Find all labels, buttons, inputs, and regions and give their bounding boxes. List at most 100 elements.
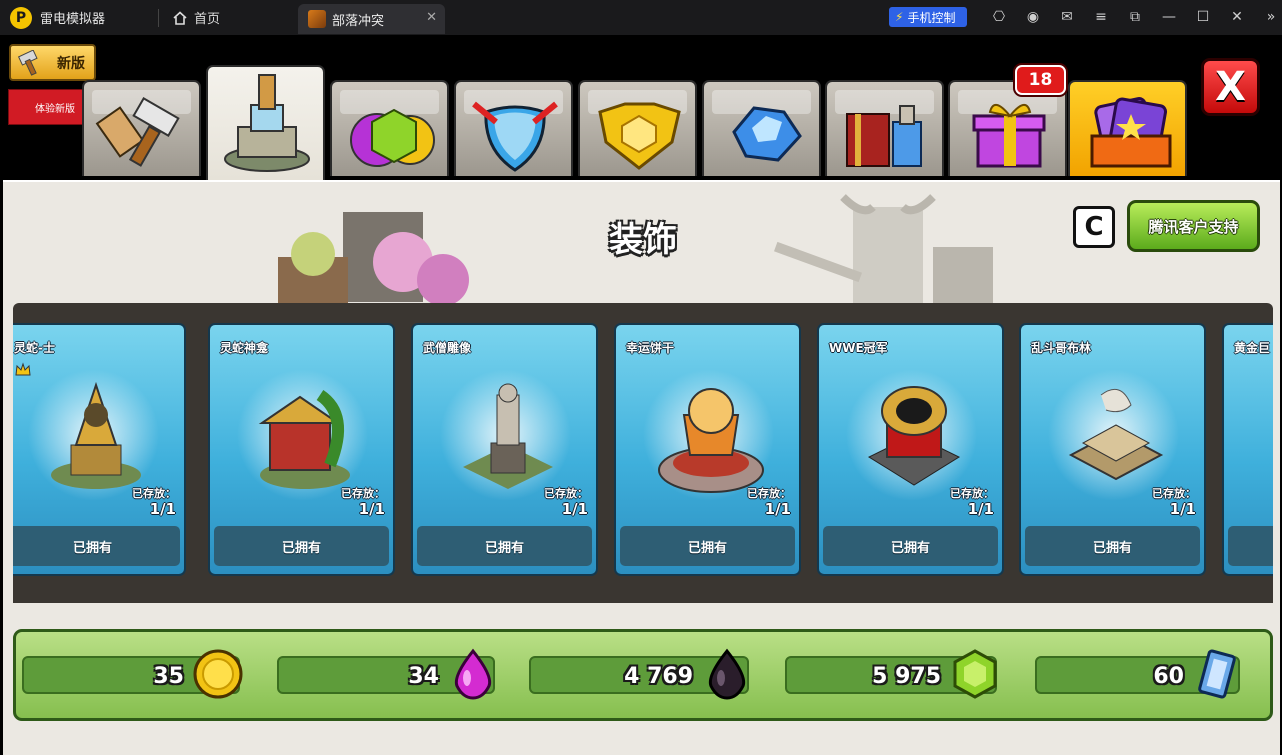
gems-resource: 5 975: [785, 649, 997, 699]
book-potion-icon: [846, 105, 922, 167]
game-tab[interactable]: 部落冲突 ✕: [298, 4, 445, 34]
restore-icon[interactable]: ⧉: [1118, 8, 1152, 26]
customer-support-button[interactable]: 腾讯客户支持: [1127, 200, 1260, 252]
tab-books-potions[interactable]: [825, 80, 944, 176]
creator-code-button[interactable]: C: [1073, 206, 1115, 248]
dark-elixir-resource: 4 769: [529, 648, 749, 700]
decoration-statue-icon: [224, 74, 310, 172]
owned-button[interactable]: 已拥有: [214, 526, 389, 566]
owned-button[interactable]: 已拥有: [620, 526, 795, 566]
tab-shield[interactable]: [454, 80, 573, 176]
phone-control-button[interactable]: ⚡ 手机控制: [889, 7, 967, 27]
snake-shrine-icon: [258, 390, 350, 489]
decoration-card[interactable]: WWE冠军 已存放： 1/1 已拥有: [817, 323, 1004, 576]
app-title: 雷电模拟器: [40, 12, 106, 27]
snake-warrior-statue-icon: [51, 381, 141, 489]
decoration-card[interactable]: 灵蛇-士 已存放： 1/1 已拥有: [13, 323, 186, 576]
experience-label: 体验新版: [35, 103, 75, 115]
tab-builders[interactable]: [82, 80, 201, 176]
stored-label: 已存放：: [341, 487, 385, 500]
app-logo-icon: P: [10, 6, 32, 29]
gold-resource: 35: [22, 649, 243, 699]
hammer-icon: [17, 50, 38, 76]
flower-rock-decoration: [278, 212, 469, 307]
decoration-cards-list: 灵蛇-士 已存放： 1/1 已拥有 灵蛇神龛 已存放： 1/1 已拥有 武僧雕像…: [13, 303, 1273, 603]
tab-magic-gem[interactable]: [702, 80, 821, 176]
stored-count: 1/1: [561, 500, 588, 518]
gift-icon: [972, 104, 1046, 168]
monk-statue-icon: [463, 383, 553, 489]
stored-label: 已存放：: [747, 487, 791, 500]
gold-amount: 35: [153, 664, 184, 689]
gem-coins-icon: [350, 108, 435, 167]
league-badge-icon: [598, 102, 681, 170]
panel-title: 装饰: [609, 220, 677, 260]
tickets-amount: 60: [1153, 664, 1184, 689]
decoration-card[interactable]: 武僧雕像 已存放： 1/1 已拥有: [411, 323, 598, 576]
close-window-icon[interactable]: ✕: [1220, 8, 1254, 26]
close-tab-icon[interactable]: ✕: [426, 10, 437, 25]
gems-amount: 5 975: [872, 664, 941, 689]
owned-button[interactable]: 已拥有: [823, 526, 998, 566]
gamepad-icon[interactable]: ⎔: [982, 8, 1016, 26]
notification-badge: 18: [1015, 65, 1066, 95]
resources-bar: 35 34 4 769 5 975 60: [13, 629, 1273, 721]
owned-button[interactable]: 已拥有: [1025, 526, 1200, 566]
card-pack-icon: [1090, 97, 1172, 168]
mail-icon[interactable]: ✉: [1050, 8, 1084, 26]
dark-elixir-amount: 4 769: [624, 664, 693, 689]
hammer-saw-icon: [95, 96, 180, 167]
gem-icon: [953, 649, 997, 699]
elixir-amount: 34: [408, 664, 439, 689]
crown-icon: [15, 362, 31, 376]
card-title: 灵蛇神龛: [220, 341, 269, 355]
card-title: WWE冠军: [829, 341, 888, 355]
card-title: 幸运饼干: [626, 341, 675, 355]
home-tab-label: 首页: [194, 12, 221, 27]
decoration-card[interactable]: 幸运饼干 已存放： 1/1 已拥有: [614, 323, 801, 576]
card-title: 灵蛇-士: [14, 341, 55, 355]
stored-count: 1/1: [967, 500, 994, 518]
new-version-label: 新版: [57, 55, 85, 72]
minimize-icon[interactable]: —: [1152, 8, 1186, 26]
decoration-card[interactable]: 灵蛇神龛 已存放： 1/1 已拥有: [208, 323, 395, 576]
owned-button[interactable]: 已拥有: [417, 526, 592, 566]
elixir-drop-icon: [454, 648, 492, 700]
decoration-card[interactable]: 乱斗哥布林 已存放： 1/1 已拥有: [1019, 323, 1206, 576]
new-version-button[interactable]: 新版: [9, 44, 96, 81]
game-viewport: 新版 体验新版 18 X 装饰 C 腾讯客户支持 灵蛇-士 已存放： 1/1 已…: [0, 35, 1282, 755]
tab-resources[interactable]: [330, 80, 449, 176]
fortune-cookie-icon: [658, 388, 764, 493]
goblin-ring-icon: [1068, 388, 1164, 481]
owned-button[interactable]: 已拥有: [13, 526, 180, 566]
tab-special-offers[interactable]: [1068, 80, 1187, 176]
gold-coin-icon: [193, 649, 243, 699]
pekka-statue-decoration: [774, 194, 993, 307]
stored-label: 已存放：: [544, 487, 588, 500]
stored-count: 1/1: [1169, 500, 1196, 518]
home-tab[interactable]: 首页: [167, 8, 297, 27]
decoration-card[interactable]: 黄金巨: [1222, 323, 1273, 576]
shield-icon: [472, 101, 558, 172]
game-tab-label: 部落冲突: [332, 13, 385, 29]
championship-belt-icon: [867, 386, 961, 486]
expand-sidebar-icon[interactable]: »: [1254, 8, 1282, 26]
user-icon[interactable]: ◉: [1016, 8, 1050, 26]
phone-control-label: 手机控制: [907, 10, 956, 25]
stored-label: 已存放：: [1152, 487, 1196, 500]
lightning-icon: ⚡: [895, 10, 904, 24]
owned-button[interactable]: [1228, 526, 1273, 566]
elixir-resource: 34: [277, 648, 495, 700]
dark-elixir-drop-icon: [708, 648, 746, 700]
ticket-icon: [1198, 649, 1236, 699]
game-tab-icon: [308, 10, 326, 28]
stored-count: 1/1: [149, 500, 176, 518]
maximize-icon[interactable]: ☐: [1186, 8, 1220, 26]
window-controls: ⎔ ◉ ✉ ≡ ⧉ — ☐ ✕ »: [982, 8, 1282, 26]
tab-league[interactable]: [578, 80, 697, 176]
blue-gem-icon: [732, 106, 802, 162]
close-shop-button[interactable]: X: [1201, 58, 1260, 116]
menu-icon[interactable]: ≡: [1084, 8, 1118, 26]
tab-decorations[interactable]: [206, 65, 325, 180]
emulator-titlebar: P 雷电模拟器 首页 部落冲突 ✕ ⚡ 手机控制 ⎔ ◉ ✉ ≡ ⧉ — ☐ ✕…: [0, 0, 1282, 35]
